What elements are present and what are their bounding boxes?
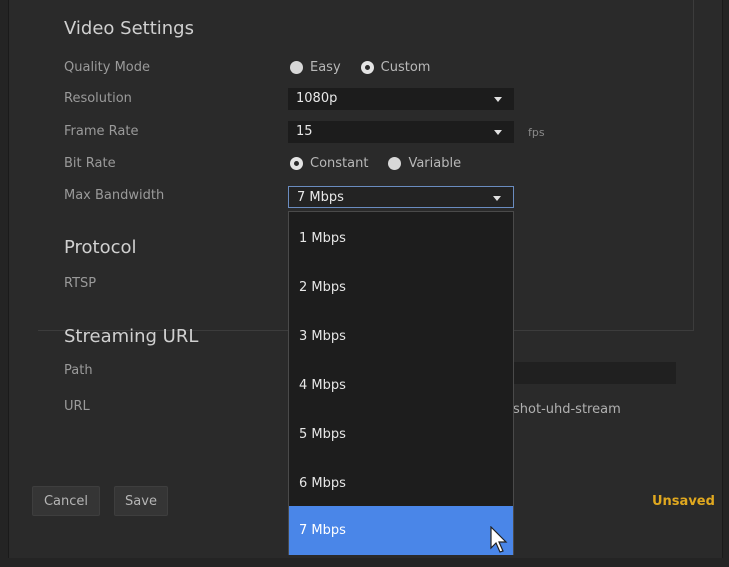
frame-rate-value: 15 <box>296 124 313 139</box>
resolution-value: 1080p <box>296 91 338 106</box>
chevron-down-icon <box>494 97 502 102</box>
resolution-label: Resolution <box>64 91 132 106</box>
max-bandwidth-select[interactable]: 7 Mbps <box>288 186 514 208</box>
frame-rate-label: Frame Rate <box>64 124 139 139</box>
bit-rate-label: Bit Rate <box>64 156 116 171</box>
streaming-url-heading: Streaming URL <box>64 326 199 347</box>
resolution-select[interactable]: 1080p <box>288 88 514 110</box>
quality-mode-custom-label[interactable]: Custom <box>381 60 431 75</box>
dropdown-option[interactable]: 2 Mbps <box>289 263 513 312</box>
dropdown-option[interactable]: 1 Mbps <box>289 214 513 263</box>
frame-rate-unit: fps <box>528 126 545 139</box>
bit-rate-radio-group: Constant Variable <box>290 156 481 171</box>
cancel-button[interactable]: Cancel <box>32 486 100 516</box>
dropdown-option-selected[interactable]: 7 Mbps <box>289 506 513 555</box>
mouse-pointer-icon <box>490 526 508 553</box>
frame-rate-select[interactable]: 15 <box>288 121 514 143</box>
quality-mode-label: Quality Mode <box>64 60 151 75</box>
max-bandwidth-value: 7 Mbps <box>297 190 344 205</box>
path-label: Path <box>64 363 93 378</box>
quality-mode-easy-radio[interactable] <box>290 61 303 74</box>
protocol-heading: Protocol <box>64 237 137 258</box>
unsaved-status: Unsaved <box>652 494 715 509</box>
url-value: shot-uhd-stream <box>513 402 621 417</box>
max-bandwidth-label: Max Bandwidth <box>64 188 165 203</box>
bit-rate-constant-radio[interactable] <box>290 157 303 170</box>
video-settings-heading: Video Settings <box>64 18 194 39</box>
dropdown-option[interactable]: 4 Mbps <box>289 361 513 410</box>
dropdown-option[interactable]: 5 Mbps <box>289 410 513 459</box>
quality-mode-radio-group: Easy Custom <box>290 60 450 75</box>
max-bandwidth-dropdown-list: 1 Mbps 2 Mbps 3 Mbps 4 Mbps 5 Mbps 6 Mbp… <box>288 211 514 555</box>
save-button[interactable]: Save <box>114 486 168 516</box>
dropdown-option[interactable]: 6 Mbps <box>289 459 513 508</box>
chevron-down-icon <box>493 196 501 201</box>
quality-mode-custom-radio[interactable] <box>360 61 374 74</box>
quality-mode-easy-label[interactable]: Easy <box>310 60 341 75</box>
bit-rate-constant-label[interactable]: Constant <box>310 156 368 171</box>
dropdown-option[interactable]: 3 Mbps <box>289 312 513 361</box>
chevron-down-icon <box>494 130 502 135</box>
url-label: URL <box>64 399 90 414</box>
bit-rate-variable-label[interactable]: Variable <box>408 156 461 171</box>
bit-rate-variable-radio[interactable] <box>388 157 402 170</box>
path-input[interactable] <box>514 362 676 384</box>
rtsp-label: RTSP <box>64 276 97 291</box>
